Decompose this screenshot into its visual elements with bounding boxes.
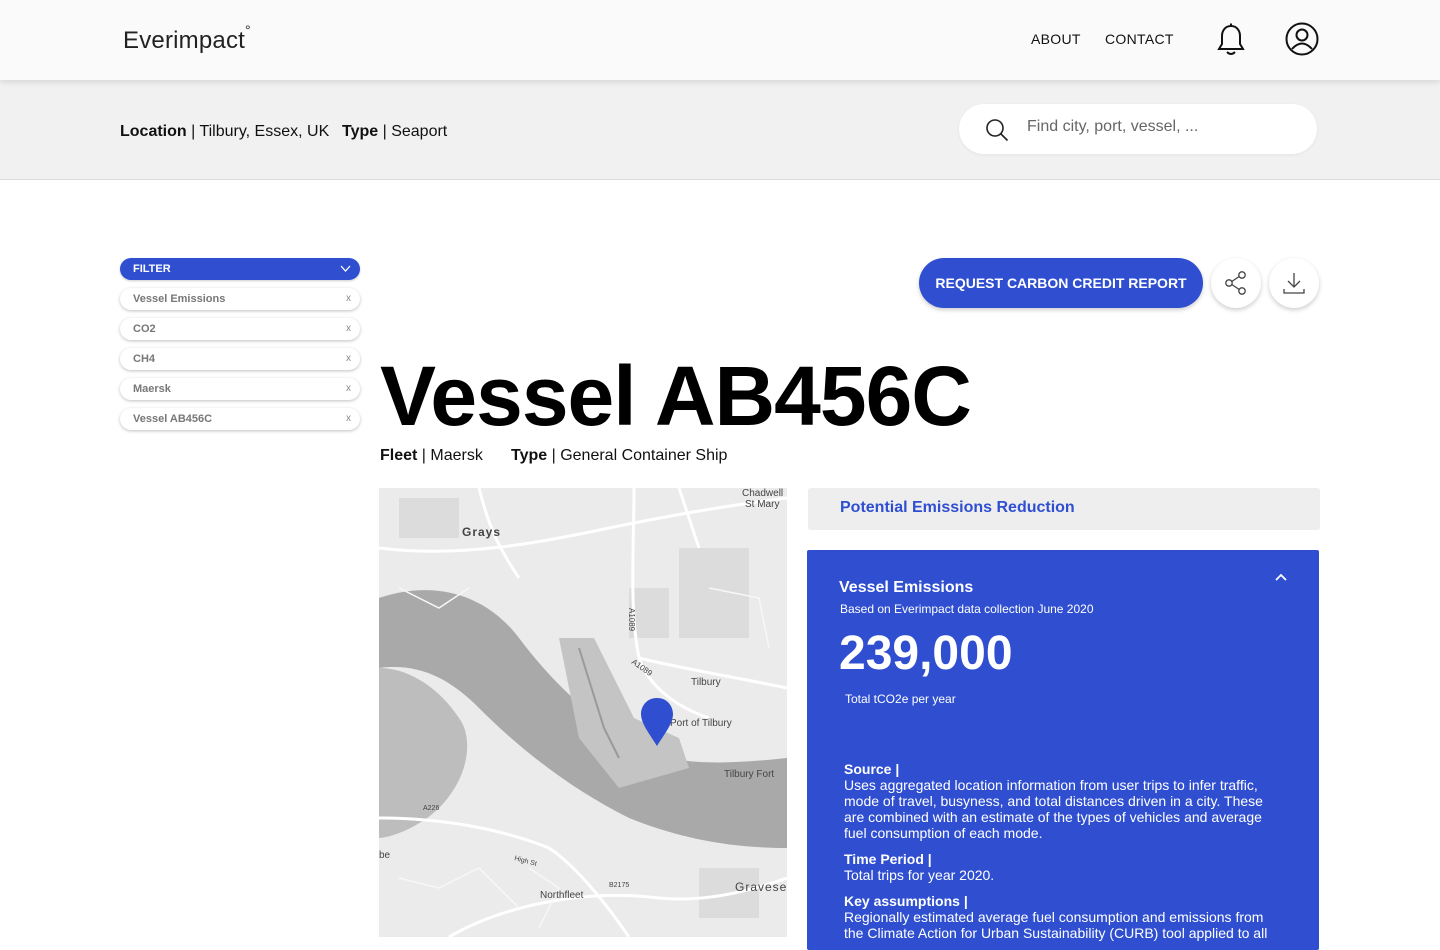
emissions-unit: Total tCO2e per year	[845, 692, 956, 706]
key-assumptions-block: Key assumptions | Regionally estimated av…	[844, 893, 1268, 941]
bell-icon[interactable]	[1214, 22, 1248, 58]
nav-contact-link[interactable]: CONTACT	[1105, 31, 1174, 47]
vessel-emissions-panel: Vessel Emissions Based on Everimpact dat…	[807, 550, 1319, 950]
share-icon	[1225, 271, 1246, 295]
vessel-title: Vessel AB456C	[380, 349, 972, 443]
potential-emissions-reduction-tab[interactable]: Potential Emissions Reduction	[808, 488, 1320, 530]
filter-chip[interactable]: Vessel AB456C x	[120, 408, 360, 430]
svg-text:A226: A226	[423, 805, 439, 812]
chevron-down-icon	[340, 265, 351, 272]
user-icon[interactable]	[1284, 21, 1320, 57]
search-input[interactable]	[1027, 118, 1297, 136]
vessel-type-meta: Type | General Container Ship	[511, 447, 728, 464]
svg-text:be: be	[379, 850, 391, 861]
svg-text:Chadwell: Chadwell	[742, 488, 783, 499]
top-navigation-bar: Everimpact° ABOUT CONTACT	[0, 0, 1440, 80]
svg-text:Tilbury: Tilbury	[691, 677, 721, 688]
remove-chip-icon[interactable]: x	[346, 408, 351, 430]
chevron-up-icon[interactable]	[1274, 572, 1288, 582]
search-icon	[986, 119, 1009, 142]
filter-chip[interactable]: CO2 x	[120, 318, 360, 340]
download-button[interactable]	[1269, 258, 1319, 308]
panel-heading: Vessel Emissions	[839, 579, 974, 596]
svg-text:Tilbury Fort: Tilbury Fort	[724, 769, 774, 780]
filter-chip[interactable]: CH4 x	[120, 348, 360, 370]
remove-chip-icon[interactable]: x	[346, 378, 351, 400]
emissions-value: 239,000	[839, 627, 1013, 680]
download-icon	[1283, 273, 1305, 294]
map-canvas: Chadwell St Mary Grays A1089 A1089 Tilbu…	[379, 488, 787, 937]
svg-text:B2175: B2175	[609, 882, 629, 889]
svg-text:A1089: A1089	[627, 608, 636, 632]
panel-subheading: Based on Everimpact data collection June…	[840, 602, 1094, 616]
location-map[interactable]: Chadwell St Mary Grays A1089 A1089 Tilbu…	[379, 488, 787, 937]
type-meta: Type | Seaport	[342, 123, 448, 140]
filter-dropdown[interactable]: FILTER	[120, 258, 360, 280]
filter-chip[interactable]: Maersk x	[120, 378, 360, 400]
svg-text:St Mary: St Mary	[745, 499, 779, 510]
everimpact-logo[interactable]: Everimpact°	[123, 22, 251, 55]
remove-chip-icon[interactable]: x	[346, 318, 351, 340]
svg-text:Port of Tilbury: Port of Tilbury	[670, 718, 732, 729]
fleet-meta: Fleet | Maersk	[380, 447, 483, 464]
time-period-block: Time Period | Total trips for year 2020.	[844, 851, 995, 883]
remove-chip-icon[interactable]: x	[346, 288, 351, 310]
nav-about-link[interactable]: ABOUT	[1031, 31, 1081, 47]
svg-text:Gravese: Gravese	[735, 880, 787, 894]
filter-chip[interactable]: Vessel Emissions x	[120, 288, 360, 310]
search-bar[interactable]	[959, 104, 1317, 154]
location-meta: Location | Tilbury, Essex, UK	[120, 123, 330, 140]
source-block: Source | Uses aggregated location informa…	[844, 761, 1263, 841]
remove-chip-icon[interactable]: x	[346, 348, 351, 370]
share-button[interactable]	[1211, 258, 1261, 308]
svg-text:Northfleet: Northfleet	[540, 890, 584, 901]
svg-text:Grays: Grays	[462, 525, 501, 539]
request-carbon-credit-report-button[interactable]: REQUEST CARBON CREDIT REPORT	[919, 258, 1203, 308]
